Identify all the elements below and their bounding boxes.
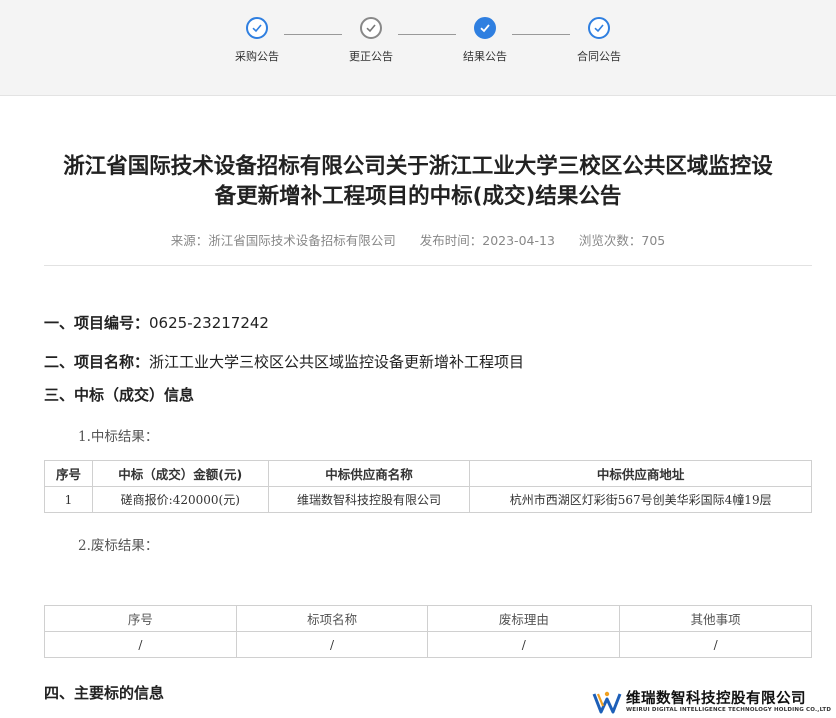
section-heading: 二、项目名称： xyxy=(44,353,150,371)
check-icon xyxy=(246,17,268,39)
table-cell: / xyxy=(427,631,621,658)
failed-bid-table: 序号 标项名称 废标理由 其他事项 / / / / xyxy=(44,605,812,658)
check-icon xyxy=(474,17,496,39)
logo-text-cn: 维瑞数智科技控股有限公司 xyxy=(626,691,806,707)
step-contract-notice[interactable]: 合同公告 xyxy=(569,17,629,64)
title-line: 浙江省国际技术设备招标有限公司关于浙江工业大学三校区公共区域监控设 xyxy=(63,154,773,179)
view-count: 浏览次数：705 xyxy=(578,233,666,248)
check-icon xyxy=(360,17,382,39)
column-header: 标项名称 xyxy=(235,605,429,632)
column-header: 废标理由 xyxy=(427,605,621,632)
source-text: 来源：浙江省国际技术设备招标有限公司 xyxy=(170,233,396,248)
article-meta: 来源：浙江省国际技术设备招标有限公司 发布时间：2023-04-13 浏览次数：… xyxy=(0,230,836,249)
table-cell: / xyxy=(44,631,237,658)
table-cell: 维瑞数智科技控股有限公司 xyxy=(267,486,471,513)
column-header: 中标（成交）金额(元) xyxy=(91,460,269,487)
table-cell: 杭州市西湖区灯彩街567号创美华彩国际4幢19层 xyxy=(469,486,812,513)
step-connector xyxy=(512,34,570,35)
table-header-row: 序号 中标（成交）金额(元) 中标供应商名称 中标供应商地址 xyxy=(44,460,812,487)
table-cell: 1 xyxy=(44,486,93,513)
step-result-notice[interactable]: 结果公告 xyxy=(455,17,515,64)
subheading-award-result: 1.中标结果： xyxy=(78,429,159,445)
logo-text: 维瑞数智科技控股有限公司 WEIRUI DIGITAL INTELLIGENCE… xyxy=(626,691,831,714)
award-result-table: 序号 中标（成交）金额(元) 中标供应商名称 中标供应商地址 1 磋商报价:42… xyxy=(44,460,812,513)
project-number: 0625-23217242 xyxy=(149,314,269,332)
table-cell: 磋商报价:420000(元) xyxy=(91,486,269,513)
subheading-failed-result: 2.废标结果： xyxy=(78,538,159,554)
step-label: 采购公告 xyxy=(235,50,279,63)
step-label: 更正公告 xyxy=(349,50,393,63)
table-row: / / / / xyxy=(44,631,812,658)
column-header: 序号 xyxy=(44,605,237,632)
column-header: 中标供应商地址 xyxy=(469,460,812,487)
table-row: 1 磋商报价:420000(元) 维瑞数智科技控股有限公司 杭州市西湖区灯彩街5… xyxy=(44,486,812,513)
publish-time: 发布时间：2023-04-13 xyxy=(419,233,555,248)
column-header: 其他事项 xyxy=(619,605,812,632)
company-logo-icon xyxy=(592,691,622,713)
logo-text-en: WEIRUI DIGITAL INTELLIGENCE TECHNOLOGY H… xyxy=(626,707,832,713)
section-main-items: 四、主要标的信息 xyxy=(44,684,165,702)
step-purchase-notice[interactable]: 采购公告 xyxy=(227,17,287,64)
divider xyxy=(44,265,812,266)
step-connector xyxy=(284,34,342,35)
table-cell: / xyxy=(619,631,812,658)
company-logo: 维瑞数智科技控股有限公司 WEIRUI DIGITAL INTELLIGENCE… xyxy=(592,687,836,718)
page-title: 浙江省国际技术设备招标有限公司关于浙江工业大学三校区公共区域监控设 备更新增补工… xyxy=(40,152,796,212)
table-header-row: 序号 标项名称 废标理由 其他事项 xyxy=(44,605,812,632)
section-award-info: 三、中标（成交）信息 xyxy=(44,386,195,404)
progress-steps: 采购公告 更正公告 结果公告 合同公告 xyxy=(0,0,836,96)
section-heading: 一、项目编号： xyxy=(44,314,150,332)
column-header: 序号 xyxy=(44,460,93,487)
step-connector xyxy=(398,34,456,35)
section-project-name: 二、项目名称：浙江工业大学三校区公共区域监控设备更新增补工程项目 xyxy=(44,351,524,372)
column-header: 中标供应商名称 xyxy=(267,460,471,487)
step-label: 结果公告 xyxy=(463,50,507,63)
table-cell: / xyxy=(235,631,429,658)
section-project-number: 一、项目编号：0625-23217242 xyxy=(44,312,269,333)
title-line: 备更新增补工程项目的中标(成交)结果公告 xyxy=(214,184,622,209)
step-correction-notice[interactable]: 更正公告 xyxy=(341,17,401,64)
step-label: 合同公告 xyxy=(577,50,621,63)
project-name: 浙江工业大学三校区公共区域监控设备更新增补工程项目 xyxy=(149,353,525,371)
check-icon xyxy=(588,17,610,39)
